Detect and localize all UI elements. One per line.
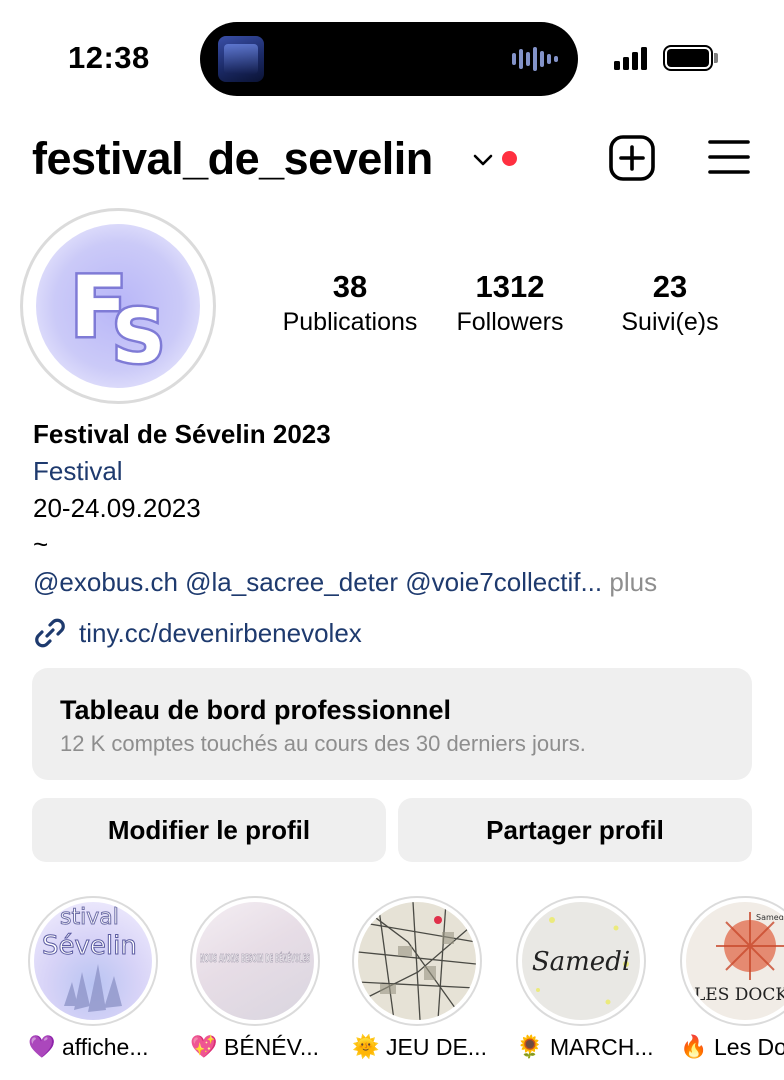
highlight-cover-art: stival Sévelin	[42, 905, 137, 1012]
dashboard-title: Tableau de bord professionnel	[60, 695, 452, 725]
highlight-title: JEU DE...	[386, 1034, 487, 1060]
status-bar: 12:38	[0, 0, 784, 110]
share-profile-button[interactable]: Partager profil	[398, 798, 752, 862]
avatar: F S	[36, 224, 200, 388]
highlight-cover-art: Samedi 24.09 LES DOCKS	[694, 912, 784, 1005]
heart-emoji-icon: 💜	[28, 1034, 56, 1059]
now-playing-thumbnail	[218, 36, 264, 82]
cover-text: Samedi 24.09	[756, 913, 784, 922]
cover-text: Samedi	[532, 947, 630, 977]
stat-following[interactable]: 23 Suivi(e)s	[590, 268, 750, 338]
edit-profile-button[interactable]: Modifier le profil	[32, 798, 386, 862]
stat-value: 38	[332, 269, 368, 304]
bio-dates: 20-24.09.2023	[33, 493, 201, 523]
battery-icon	[663, 45, 713, 71]
status-time: 12:38	[68, 40, 150, 75]
link-icon	[35, 618, 65, 648]
stat-followers[interactable]: 1312 Followers	[430, 268, 590, 338]
sparkling-heart-emoji-icon: 💖	[190, 1034, 218, 1059]
highlight-cover: stival Sévelin	[34, 902, 152, 1020]
highlight-item[interactable]: stival Sévelin 💜 affiche...	[28, 896, 164, 1064]
display-name: Festival de Sévelin 2023	[33, 419, 331, 449]
professional-dashboard[interactable]: Tableau de bord professionnel 12 K compt…	[32, 668, 752, 780]
highlight-item[interactable]: 🌞 JEU DE...	[352, 896, 488, 1064]
highlight-label: 💜 affiche...	[28, 1030, 164, 1064]
svg-text:S: S	[112, 294, 165, 380]
dynamic-island[interactable]	[200, 22, 578, 96]
stat-label: Suivi(e)s	[621, 308, 719, 336]
cellular-signal-icon	[614, 46, 647, 70]
stat-publications[interactable]: 38 Publications	[270, 268, 430, 338]
cover-text: stival	[60, 905, 119, 930]
highlight-cover-art: NOUS AVONS BESOIN DE BÉNÉVOLES	[200, 952, 311, 966]
highlight-cover	[358, 902, 476, 1020]
profile-avatar-ring[interactable]: F S	[20, 208, 216, 404]
fs-logo-icon: F S	[68, 256, 168, 383]
stat-label: Publications	[282, 308, 418, 336]
highlight-item[interactable]: Samedi 24.09 LES DOCKS 🔥 Les Do	[680, 896, 784, 1064]
highlight-cover-art: Samedi	[532, 917, 630, 1005]
highlight-cover: Samedi 24.09 LES DOCKS	[686, 902, 784, 1020]
highlight-label: 🌞 JEU DE...	[352, 1030, 488, 1064]
highlight-cover: Samedi	[522, 902, 640, 1020]
highlight-cover-ring: Samedi 24.09 LES DOCKS	[680, 896, 784, 1026]
highlight-title: MARCH...	[550, 1034, 654, 1060]
highlight-title: affiche...	[62, 1034, 149, 1060]
account-switcher-username[interactable]: festival_de_sevelin	[32, 133, 433, 185]
highlight-cover-ring: stival Sévelin	[28, 896, 158, 1026]
link-text[interactable]: tiny.cc/devenirbenevolex	[79, 618, 362, 649]
audio-waveform-icon	[512, 46, 558, 72]
highlight-cover: NOUS AVONS BESOIN DE BÉNÉVOLES	[196, 902, 314, 1020]
highlight-label: 🌻 MARCH...	[516, 1030, 654, 1064]
stat-value: 23	[652, 269, 688, 304]
bio-link[interactable]: tiny.cc/devenirbenevolex	[33, 616, 362, 650]
dashboard-subtitle: 12 K comptes touchés au cours des 30 der…	[60, 731, 586, 756]
profile-stats: 38 Publications 1312 Followers 23 Suivi(…	[270, 268, 750, 348]
map-cover-art	[358, 902, 476, 1020]
hamburger-menu-icon[interactable]	[708, 138, 750, 176]
highlight-cover-ring: NOUS AVONS BESOIN DE BÉNÉVOLES	[190, 896, 320, 1026]
cover-text: LES DOCKS	[694, 985, 784, 1005]
cover-text: NOUS AVONS BESOIN DE BÉNÉVOLES	[200, 952, 310, 965]
bio-more-link[interactable]: plus	[609, 567, 657, 597]
profile-header: festival_de_sevelin	[32, 128, 752, 192]
stat-label: Followers	[456, 308, 564, 336]
highlight-label: 🔥 Les Do	[680, 1030, 784, 1064]
mentions-text[interactable]: @exobus.ch @la_sacree_deter @voie7collec…	[33, 567, 602, 597]
highlight-cover-ring: Samedi	[516, 896, 646, 1026]
highlight-item[interactable]: NOUS AVONS BESOIN DE BÉNÉVOLES 💖 BÉNÉV..…	[190, 896, 326, 1064]
sun-emoji-icon: 🌞	[352, 1034, 380, 1059]
highlight-title: Les Do	[714, 1034, 784, 1060]
highlight-item[interactable]: Samedi 🌻 MARCH...	[516, 896, 654, 1064]
fire-emoji-icon: 🔥	[680, 1034, 708, 1059]
sunflower-emoji-icon: 🌻	[516, 1034, 544, 1059]
chevron-down-icon[interactable]	[472, 150, 494, 170]
highlight-label: 💖 BÉNÉV...	[190, 1030, 326, 1064]
notification-dot	[502, 151, 517, 166]
create-plus-icon[interactable]	[608, 134, 656, 182]
bio-separator: ~	[33, 529, 49, 559]
highlight-title: BÉNÉV...	[224, 1034, 320, 1060]
cover-text: Sévelin	[42, 931, 137, 961]
highlight-cover-ring	[352, 896, 482, 1026]
story-highlights: stival Sévelin 💜 affiche... NOUS AVONS B…	[0, 896, 784, 1080]
profile-bio: Festival de Sévelin 2023 Festival 20-24.…	[33, 416, 753, 602]
bio-mentions: @exobus.ch @la_sacree_deter @voie7collec…	[33, 562, 753, 602]
stat-value: 1312	[475, 269, 545, 304]
battery-cap	[714, 53, 718, 63]
account-category[interactable]: Festival	[33, 452, 753, 490]
